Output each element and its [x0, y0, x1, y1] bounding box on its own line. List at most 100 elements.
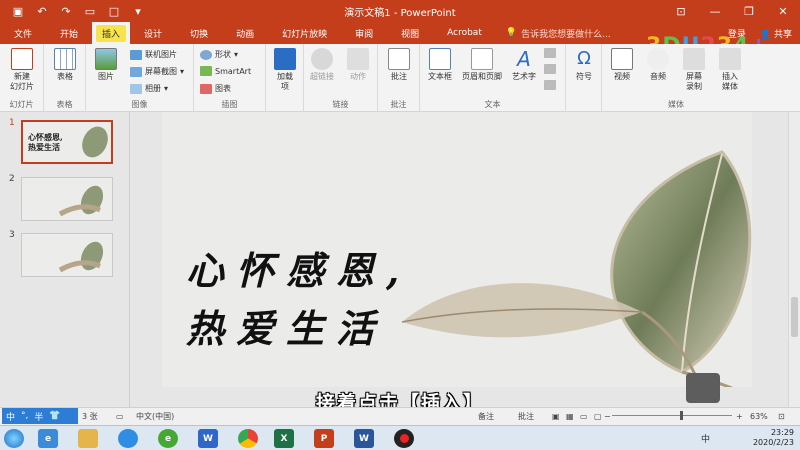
- action-button[interactable]: 动作: [340, 48, 376, 82]
- powerpoint-icon[interactable]: P: [314, 429, 334, 448]
- tab-acrobat[interactable]: Acrobat: [433, 22, 496, 44]
- screenshot-button[interactable]: 屏幕截图 ▾: [130, 66, 184, 77]
- browser-icon[interactable]: e: [158, 429, 178, 448]
- chevron-down-icon: ▾: [180, 67, 185, 76]
- zoom-slider-thumb[interactable]: [680, 411, 683, 420]
- reading-view-icon[interactable]: ▭: [580, 412, 588, 421]
- album-button[interactable]: 相册 ▾: [130, 83, 168, 94]
- scrollbar-thumb[interactable]: [791, 297, 798, 337]
- tab-transitions[interactable]: 切换: [176, 22, 222, 44]
- hyperlink-button[interactable]: 超链接: [304, 48, 340, 82]
- comment-button[interactable]: 批注: [381, 48, 417, 82]
- smartart-label: SmartArt: [215, 66, 252, 76]
- spellcheck-icon[interactable]: ▭: [116, 412, 124, 421]
- slide-title-line-2: 热爱生活: [186, 306, 387, 351]
- symbol-button[interactable]: Ω 符号: [566, 48, 602, 82]
- wordart-button[interactable]: A 艺术字: [506, 48, 542, 82]
- minimize-button[interactable]: —: [698, 0, 732, 22]
- slide-thumbnail-2[interactable]: [21, 177, 113, 221]
- start-button[interactable]: [4, 429, 24, 448]
- comment-icon: [388, 48, 410, 70]
- ie-icon[interactable]: e: [38, 429, 58, 448]
- sorter-view-icon[interactable]: ▦: [566, 412, 574, 421]
- undo-button[interactable]: ↶: [30, 0, 54, 22]
- customize-qat-button[interactable]: ▾: [126, 0, 150, 22]
- normal-view-icon[interactable]: ▣: [552, 412, 560, 421]
- thumbnail-text: 心怀感恩, 热爱生活: [28, 132, 63, 152]
- insert-media-button[interactable]: 插入 媒体: [712, 48, 748, 92]
- date-time-button[interactable]: [544, 48, 556, 58]
- folder-icon[interactable]: [78, 429, 98, 448]
- tray-ime[interactable]: 中: [701, 432, 710, 445]
- group-tables-label: 表格: [56, 100, 73, 109]
- tab-file[interactable]: 文件: [0, 22, 46, 44]
- wps-icon[interactable]: W: [198, 429, 218, 448]
- tab-review[interactable]: 审阅: [341, 22, 387, 44]
- recorder-icon[interactable]: [394, 429, 414, 448]
- zoom-in-button[interactable]: +: [736, 412, 743, 421]
- table-button[interactable]: 表格: [47, 48, 83, 82]
- tab-design[interactable]: 设计: [130, 22, 176, 44]
- audio-button[interactable]: 音频: [640, 48, 676, 82]
- leaf-image: [58, 241, 104, 273]
- zoom-level[interactable]: 63%: [750, 412, 768, 421]
- tell-me-box[interactable]: 💡 告诉我您想要做什么...: [506, 27, 611, 40]
- slide-thumbnail-1[interactable]: 心怀感恩, 热爱生活: [21, 120, 113, 164]
- system-tray[interactable]: 23:29 2020/2/23: [753, 428, 794, 448]
- language-indicator[interactable]: 中文(中国): [136, 411, 174, 422]
- ime-label: 中: [6, 412, 16, 423]
- ribbon-display-button[interactable]: ⊡: [664, 0, 698, 22]
- zoom-out-button[interactable]: −: [604, 412, 611, 421]
- from-beginning-button[interactable]: ▭: [78, 0, 102, 22]
- object-button[interactable]: [544, 80, 556, 90]
- notes-button[interactable]: 备注: [478, 411, 494, 422]
- zoom-slider-track[interactable]: [612, 415, 732, 416]
- tab-slideshow[interactable]: 幻灯片放映: [268, 22, 341, 44]
- window-controls: ⊡ — ❐ ✕: [664, 0, 800, 22]
- header-footer-button[interactable]: 页眉和页脚: [458, 48, 506, 82]
- tab-home[interactable]: 开始: [46, 22, 92, 44]
- picture-button[interactable]: 图片: [88, 48, 124, 82]
- excel-icon[interactable]: X: [274, 429, 294, 448]
- slideshow-view-icon[interactable]: ▢: [594, 412, 602, 421]
- picture-icon: [95, 48, 117, 70]
- restore-button[interactable]: ❐: [732, 0, 766, 22]
- ime-toolbar[interactable]: 中 °, 半 👕: [2, 408, 78, 424]
- slide-number-1: 1: [9, 118, 15, 128]
- chart-button[interactable]: 图表: [200, 83, 231, 94]
- screen-record-button[interactable]: 屏幕 录制: [676, 48, 712, 92]
- smartart-button[interactable]: SmartArt: [200, 66, 251, 76]
- slide-number-2: 2: [9, 174, 15, 184]
- lightbulb-icon: 💡: [505, 28, 518, 38]
- leaf-image: [82, 126, 108, 158]
- shapes-button[interactable]: 形状 ▾: [200, 49, 238, 60]
- video-button[interactable]: 视频: [604, 48, 640, 82]
- slide-title-textbox[interactable]: 心怀感恩, 热爱生活: [186, 242, 411, 358]
- vertical-scrollbar[interactable]: [788, 112, 800, 407]
- slide-thumbnail-panel[interactable]: 1 心怀感恩, 热爱生活 2 3: [0, 112, 130, 407]
- group-illustrations-label: 插图: [221, 100, 238, 109]
- addins-button[interactable]: 加载 项: [267, 48, 303, 92]
- cloud-icon[interactable]: [118, 429, 138, 448]
- new-file-button[interactable]: □: [102, 0, 126, 22]
- word-icon[interactable]: W: [354, 429, 374, 448]
- online-picture-button[interactable]: 联机图片: [130, 49, 177, 60]
- video-icon: [611, 48, 633, 70]
- save-button[interactable]: ▣: [6, 0, 30, 22]
- group-links-label: 链接: [332, 100, 349, 109]
- textbox-button[interactable]: 文本框: [422, 48, 458, 82]
- comments-button[interactable]: 批注: [518, 411, 534, 422]
- new-slide-button[interactable]: 新建 幻灯片: [4, 48, 40, 92]
- slide-number-button[interactable]: [544, 64, 556, 74]
- close-button[interactable]: ✕: [766, 0, 800, 22]
- tab-view[interactable]: 视图: [387, 22, 433, 44]
- tab-insert[interactable]: 插入: [92, 22, 131, 44]
- tab-animations[interactable]: 动画: [222, 22, 268, 44]
- picture-label: 图片: [98, 72, 114, 81]
- fit-slide-icon[interactable]: ⊡: [778, 412, 785, 421]
- group-comments-label: 批注: [390, 100, 407, 109]
- slide-thumbnail-3[interactable]: [21, 233, 113, 277]
- redo-button[interactable]: ↷: [54, 0, 78, 22]
- main-slide[interactable]: 心怀感恩, 热爱生活: [162, 112, 752, 387]
- chrome-icon[interactable]: [238, 429, 258, 448]
